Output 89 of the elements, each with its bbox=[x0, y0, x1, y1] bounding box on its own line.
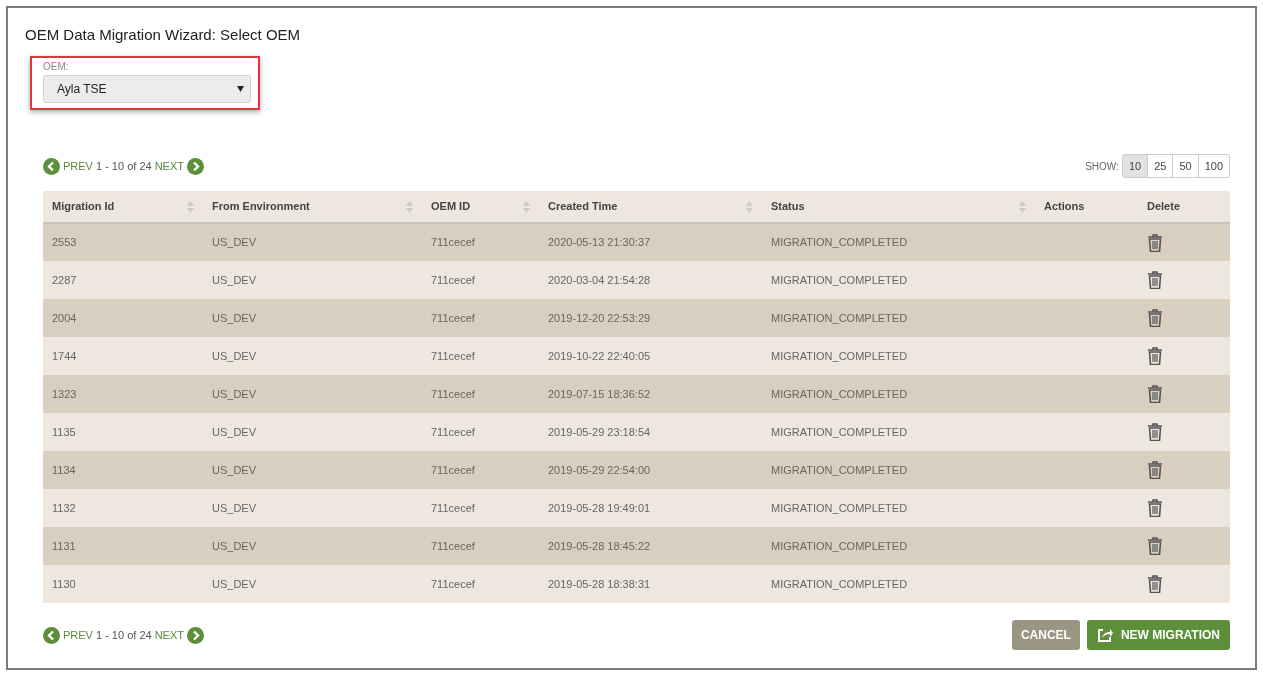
table-cell: 2019-05-29 23:18:54 bbox=[539, 413, 762, 451]
prev-link[interactable]: PREV bbox=[63, 626, 93, 644]
column-header: Delete bbox=[1147, 199, 1181, 215]
chevron-right-icon[interactable] bbox=[186, 157, 204, 175]
table-cell: MIGRATION_COMPLETED bbox=[762, 375, 1035, 413]
table-cell: US_DEV bbox=[203, 261, 422, 299]
table-cell: 1130 bbox=[43, 565, 203, 603]
table-cell: US_DEV bbox=[203, 223, 422, 261]
table-cell: US_DEV bbox=[203, 565, 422, 603]
table-cell: 2019-05-28 19:49:01 bbox=[539, 489, 762, 527]
trash-icon[interactable] bbox=[1147, 423, 1163, 441]
table-cell: 2019-05-28 18:45:22 bbox=[539, 527, 762, 565]
table-cell: 711cecef bbox=[422, 527, 539, 565]
table-cell: 1131 bbox=[43, 527, 203, 565]
column-header: Actions bbox=[1044, 199, 1085, 215]
page-range: 1 - 10 of 24 bbox=[95, 627, 152, 643]
table-cell: 2020-05-13 21:30:37 bbox=[539, 223, 762, 261]
column-header: Created Time bbox=[548, 199, 618, 215]
table-cell: US_DEV bbox=[203, 489, 422, 527]
table-cell: 2020-03-04 21:54:28 bbox=[539, 261, 762, 299]
table-cell: 1323 bbox=[43, 375, 203, 413]
column-header: Status bbox=[771, 199, 805, 215]
trash-icon[interactable] bbox=[1147, 499, 1163, 517]
trash-icon[interactable] bbox=[1147, 537, 1163, 555]
table-cell: MIGRATION_COMPLETED bbox=[762, 527, 1035, 565]
page-size-option[interactable]: 25 bbox=[1147, 154, 1174, 178]
trash-icon[interactable] bbox=[1147, 233, 1163, 252]
table-cell: 711cecef bbox=[422, 223, 539, 261]
table-cell: 711cecef bbox=[422, 451, 539, 489]
table-cell: MIGRATION_COMPLETED bbox=[762, 489, 1035, 527]
table-cell: 1744 bbox=[43, 337, 203, 375]
page-title: OEM Data Migration Wizard: Select OEM bbox=[25, 26, 302, 44]
trash-icon[interactable] bbox=[1147, 347, 1163, 365]
next-link[interactable]: NEXT bbox=[154, 626, 184, 644]
trash-icon[interactable] bbox=[1147, 575, 1163, 593]
table-cell: 2019-05-29 22:54:00 bbox=[539, 451, 762, 489]
table-cell: US_DEV bbox=[203, 337, 422, 375]
page-size-option[interactable]: 50 bbox=[1172, 154, 1199, 178]
table-cell: 711cecef bbox=[422, 565, 539, 603]
table-cell: 1132 bbox=[43, 489, 203, 527]
table-cell: 2019-07-15 18:36:52 bbox=[539, 375, 762, 413]
oem-select[interactable]: Ayla TSE bbox=[43, 75, 251, 103]
table-cell: 711cecef bbox=[422, 299, 539, 337]
table-cell: MIGRATION_COMPLETED bbox=[762, 261, 1035, 299]
table-cell: 1135 bbox=[43, 413, 203, 451]
trash-icon[interactable] bbox=[1147, 461, 1163, 479]
table-cell: 711cecef bbox=[422, 413, 539, 451]
table-cell: US_DEV bbox=[203, 527, 422, 565]
chevron-left-icon[interactable] bbox=[43, 626, 60, 644]
table-cell: 2019-10-22 22:40:05 bbox=[539, 337, 762, 375]
caret-icon bbox=[237, 86, 244, 92]
trash-icon[interactable] bbox=[1147, 385, 1163, 403]
table-cell: MIGRATION_COMPLETED bbox=[762, 413, 1035, 451]
table-cell: 2019-12-20 22:53:29 bbox=[539, 299, 762, 337]
table-cell: 2004 bbox=[43, 299, 203, 337]
column-header: From Environment bbox=[212, 199, 310, 215]
table-cell: 711cecef bbox=[422, 489, 539, 527]
table-cell: 2019-05-28 18:38:31 bbox=[539, 565, 762, 603]
table-cell: US_DEV bbox=[203, 413, 422, 451]
new-migration-button[interactable]: NEW MIGRATION bbox=[1086, 620, 1230, 650]
table-cell: 711cecef bbox=[422, 375, 539, 413]
column-header: OEM ID bbox=[431, 199, 471, 215]
table-cell: MIGRATION_COMPLETED bbox=[762, 299, 1035, 337]
oem-label: OEM: bbox=[43, 61, 70, 73]
table-cell: 711cecef bbox=[422, 261, 539, 299]
table-cell: MIGRATION_COMPLETED bbox=[762, 223, 1035, 261]
cancel-button[interactable]: CANCEL bbox=[1011, 620, 1080, 650]
show-label: SHOW: bbox=[1085, 159, 1119, 174]
table-cell: 1134 bbox=[43, 451, 203, 489]
chevron-left-icon[interactable] bbox=[43, 157, 60, 175]
table-cell: US_DEV bbox=[203, 299, 422, 337]
table-cell: 2287 bbox=[43, 261, 203, 299]
share-icon bbox=[1096, 627, 1113, 643]
table-cell: 711cecef bbox=[422, 337, 539, 375]
table-cell: MIGRATION_COMPLETED bbox=[762, 565, 1035, 603]
trash-icon[interactable] bbox=[1147, 271, 1163, 289]
page-range: 1 - 10 of 24 bbox=[95, 158, 152, 174]
table-cell: MIGRATION_COMPLETED bbox=[762, 451, 1035, 489]
page-size-option[interactable]: 100 bbox=[1197, 154, 1230, 178]
table-cell: 2553 bbox=[43, 223, 203, 261]
next-link[interactable]: NEXT bbox=[154, 157, 184, 175]
chevron-right-icon[interactable] bbox=[186, 626, 204, 644]
table-cell: US_DEV bbox=[203, 451, 422, 489]
table-cell: MIGRATION_COMPLETED bbox=[762, 337, 1035, 375]
column-header: Migration Id bbox=[52, 199, 115, 215]
table-cell: US_DEV bbox=[203, 375, 422, 413]
page-size-option[interactable]: 10 bbox=[1121, 154, 1149, 178]
trash-icon[interactable] bbox=[1147, 309, 1163, 327]
prev-link[interactable]: PREV bbox=[63, 157, 93, 175]
